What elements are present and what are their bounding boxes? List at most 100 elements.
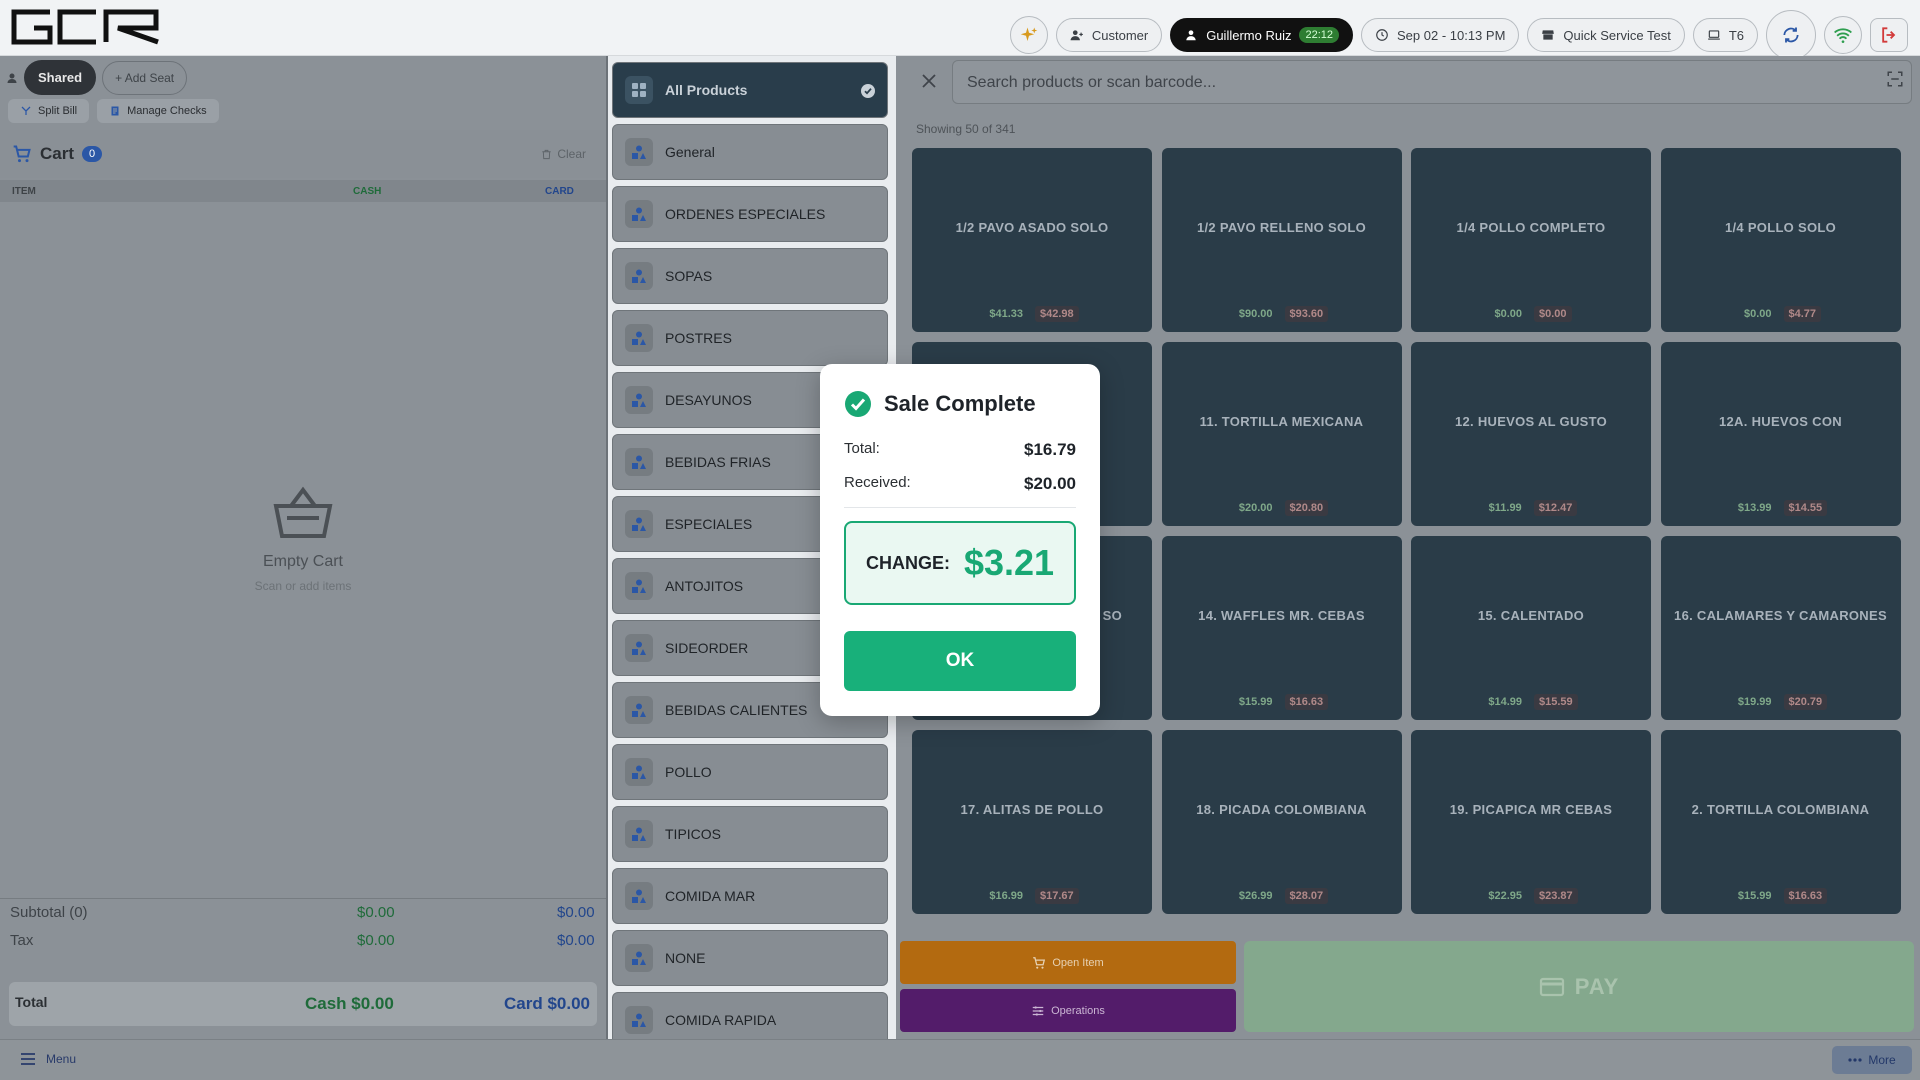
product-prices: $0.00 $4.77 — [1661, 306, 1901, 322]
product-tile[interactable]: 14. WAFFLES MR. CEBAS $15.99 $16.63 — [1161, 536, 1402, 720]
close-icon[interactable] — [920, 72, 938, 90]
datetime-display[interactable]: Sep 02 - 10:13 PM — [1361, 18, 1520, 52]
user-name: Guillermo Ruiz — [1206, 27, 1292, 43]
category-item[interactable]: All Products — [612, 62, 888, 118]
category-icon-box — [625, 944, 653, 972]
product-card-price: $12.47 — [1533, 500, 1578, 516]
operations-button[interactable]: Operations — [900, 989, 1236, 1032]
category-shapes-icon — [632, 765, 646, 779]
category-item[interactable]: SOPAS — [612, 248, 888, 304]
store-button[interactable]: Quick Service Test — [1527, 18, 1685, 52]
product-tile[interactable]: 12. HUEVOS AL GUSTO $11.99 $12.47 — [1411, 342, 1651, 526]
category-item[interactable]: COMIDA MAR — [612, 868, 888, 924]
user-button[interactable]: Guillermo Ruiz 22:12 — [1170, 18, 1353, 52]
clear-cart-button[interactable]: Clear — [541, 147, 586, 161]
category-item[interactable]: COMIDA RAPIDA — [612, 992, 888, 1039]
category-shapes-icon — [632, 517, 646, 531]
customer-button[interactable]: Customer — [1055, 18, 1163, 52]
product-cash-price: $15.99 — [1737, 890, 1772, 902]
search-row: Search products or scan barcode... — [896, 56, 1920, 108]
wifi-status-button[interactable] — [1824, 16, 1862, 54]
category-icon-box — [625, 510, 653, 538]
user-timer-badge: 22:12 — [1299, 27, 1339, 43]
sliders-icon — [1032, 1005, 1044, 1016]
total-row: Total Cash $0.00 Card $0.00 — [9, 982, 597, 1026]
product-tile[interactable]: 1/4 POLLO SOLO $0.00 $4.77 — [1660, 148, 1901, 332]
ok-button[interactable]: OK — [844, 631, 1076, 691]
product-tile[interactable]: 1/2 PAVO RELLENO SOLO $90.00 $93.60 — [1161, 148, 1402, 332]
seat-shared-tab[interactable]: Shared — [24, 60, 97, 95]
category-label: SIDEORDER — [665, 640, 749, 656]
cart-header: Cart 0 Clear — [0, 130, 606, 178]
manage-checks-button[interactable]: Manage Checks — [97, 99, 219, 123]
product-tile[interactable]: 12A. HUEVOS CON $13.99 $14.55 — [1660, 342, 1901, 526]
add-seat-button[interactable]: + Add Seat — [102, 60, 188, 95]
product-prices: $15.99 $16.63 — [1661, 888, 1901, 904]
product-cash-price: $20.00 — [1238, 502, 1273, 514]
product-tile[interactable]: 11. TORTILLA MEXICANA $20.00 $20.80 — [1161, 342, 1402, 526]
product-tile[interactable]: 15. CALENTADO $14.99 $15.59 — [1411, 536, 1651, 720]
product-cash-price: $15.99 — [1238, 696, 1273, 708]
bottom-bar: Menu More — [0, 1039, 1920, 1080]
category-icon-box — [625, 138, 653, 166]
selected-check-icon — [861, 84, 875, 101]
ai-sparkle-button[interactable] — [1009, 16, 1048, 54]
open-item-label: Open Item — [1052, 956, 1104, 969]
split-icon — [21, 106, 31, 115]
barcode-scan-icon[interactable] — [1886, 70, 1904, 88]
product-name: 18. PICADA COLOMBIANA — [1196, 802, 1367, 817]
product-tile[interactable]: 2. TORTILLA COLOMBIANA $15.99 $16.63 — [1660, 730, 1901, 914]
sync-button[interactable] — [1766, 10, 1816, 60]
cart-panel: Shared + Add Seat Split Bill Manage Chec… — [0, 56, 608, 1039]
category-item[interactable]: General — [612, 124, 888, 180]
category-shapes-icon — [632, 827, 646, 841]
empty-cart-title: Empty Cart — [262, 553, 343, 570]
product-name: 1/4 POLLO COMPLETO — [1456, 220, 1606, 235]
total-cash: Cash $0.00 — [305, 994, 394, 1013]
sale-complete-dialog: Sale Complete Total: $16.79 Received: $2… — [820, 364, 1100, 716]
product-tile[interactable]: 1/4 POLLO COMPLETO $0.00 $0.00 — [1411, 148, 1651, 332]
category-item[interactable]: ORDENES ESPECIALES — [612, 186, 888, 242]
product-name: 11. TORTILLA MEXICANA — [1199, 414, 1364, 429]
product-tile[interactable]: 1/2 PAVO ASADO SOLO $41.33 $42.98 — [912, 148, 1152, 332]
product-tile[interactable]: 17. ALITAS DE POLLO $16.99 $17.67 — [912, 730, 1152, 914]
product-tile[interactable]: 19. PICAPICA MR CEBAS $22.95 $23.87 — [1411, 730, 1651, 914]
cart-count-badge: 0 — [82, 146, 103, 162]
category-item[interactable]: NONE — [612, 930, 888, 986]
customer-label: Customer — [1091, 27, 1149, 43]
dialog-divider — [844, 507, 1076, 508]
product-tile[interactable]: 16. CALAMARES Y CAMARONES $19.99 $20.79 — [1660, 536, 1901, 720]
top-bar: Customer Guillermo Ruiz 22:12 Sep 02 - 1… — [0, 0, 1920, 60]
logout-button[interactable] — [1870, 18, 1908, 52]
product-card-price: $20.80 — [1284, 500, 1329, 516]
more-button[interactable]: More — [1832, 1046, 1912, 1074]
product-tile[interactable]: 18. PICADA COLOMBIANA $26.99 $28.07 — [1161, 730, 1402, 914]
product-cash-price: $16.99 — [989, 890, 1023, 902]
terminal-button[interactable]: T6 — [1692, 18, 1758, 52]
category-item[interactable]: POLLO — [612, 744, 888, 800]
dialog-received-value: $20.00 — [1024, 474, 1076, 493]
top-actions: Customer Guillermo Ruiz 22:12 Sep 02 - 1… — [1009, 10, 1908, 60]
product-name: 1/2 PAVO RELLENO SOLO — [1196, 220, 1367, 235]
category-icon-box — [625, 820, 653, 848]
product-cash-price: $26.99 — [1238, 890, 1273, 902]
received-row: Received: $20.00 — [844, 474, 1076, 493]
category-item[interactable]: POSTRES — [612, 310, 888, 366]
category-icon-box — [625, 262, 653, 290]
open-item-button[interactable]: Open Item — [900, 941, 1236, 984]
total-row-dialog: Total: $16.79 — [844, 440, 1076, 459]
cart-title: Cart — [40, 144, 75, 163]
split-bill-button[interactable]: Split Bill — [8, 99, 90, 123]
category-shapes-icon — [632, 269, 646, 283]
search-input[interactable]: Search products or scan barcode... — [952, 60, 1912, 104]
menu-button[interactable]: Menu — [20, 1052, 76, 1066]
category-icon-box — [625, 572, 653, 600]
product-prices: $0.00 $0.00 — [1411, 306, 1651, 322]
pay-label: PAY — [1574, 973, 1620, 999]
product-card-price: $16.63 — [1284, 694, 1329, 710]
category-label: ORDENES ESPECIALES — [665, 206, 826, 222]
product-cash-price: $22.95 — [1488, 890, 1522, 902]
category-item[interactable]: TIPICOS — [612, 806, 888, 862]
category-label: BEBIDAS CALIENTES — [665, 702, 808, 718]
pay-button[interactable]: PAY — [1244, 941, 1914, 1032]
